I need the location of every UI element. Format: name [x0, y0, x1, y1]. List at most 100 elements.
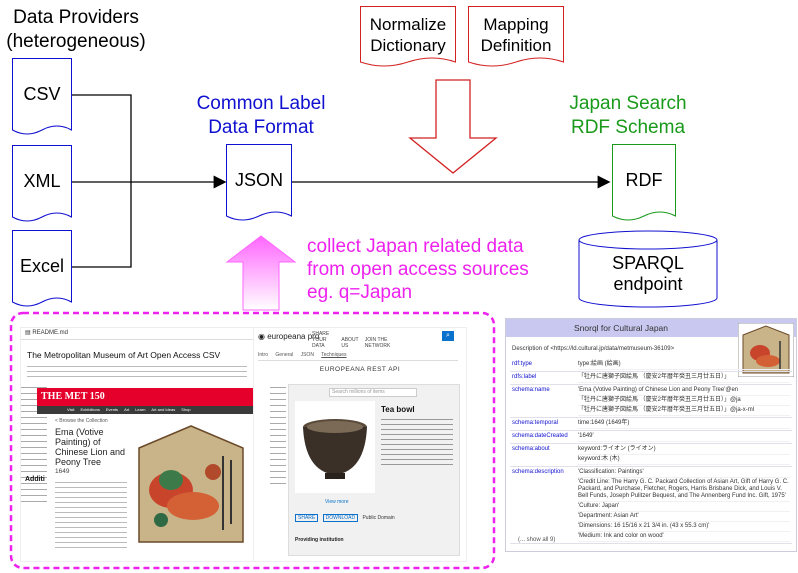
snorql-value: 「牡丹に唐獅子図絵馬 （慶安2年暦年癸丑三月廿五日）」@ja [578, 396, 790, 406]
europeana-item-title: Tea bowl [381, 405, 415, 414]
snorql-property-values: 「牡丹に唐獅子図絵馬 （慶安2年暦年癸丑三月廿五日）」 [576, 372, 792, 384]
xml-label: XML [23, 171, 61, 191]
met-red-header: THE MET 150 [37, 388, 253, 406]
met-nav-item[interactable]: Visit [67, 407, 74, 412]
snorql-property-values: type:絵画 (絵画) [576, 359, 792, 371]
snorql-value: 'Classification: Paintings' [578, 468, 790, 478]
snorql-property-key[interactable]: rdf:type [510, 359, 576, 371]
ema-painting-image [138, 425, 244, 543]
snorql-screenshot: Snorql for Cultural Japan Description of… [505, 318, 797, 552]
json-label: JSON [234, 170, 283, 190]
europeana-left-text [270, 384, 286, 484]
snorql-table-row: schema:description 'Classification: Paint… [510, 467, 792, 544]
common-label-title: Common Label Data Format [196, 93, 326, 138]
snorql-property-key[interactable]: rdfs:label [510, 372, 576, 384]
met-artwork-title: Ema (Votive Painting) of Chinese Lion an… [55, 427, 126, 467]
csv-connector [70, 94, 132, 182]
snorql-table-row: rdfs:label 「牡丹に唐獅子図絵馬 （慶安2年暦年癸丑三月廿五日）」 [510, 372, 792, 385]
rdf-document: RDF [612, 144, 676, 224]
snorql-property-key[interactable]: schema:name [510, 385, 576, 417]
europeana-view-more[interactable]: View more [325, 499, 349, 505]
sparql-endpoint-cylinder: SPARQL endpoint [578, 230, 718, 310]
excel-label: Excel [19, 256, 64, 276]
snorql-table-row: schema:about keyword:ライオン (ライオン) keyword:木… [510, 444, 792, 467]
snorql-value: 'Credit Line: The Harry G. C. Packard Co… [578, 478, 790, 502]
mapping-down-arrow [408, 79, 498, 174]
csv-document: CSV [12, 58, 72, 138]
met-nav-item[interactable]: Learn [135, 407, 145, 412]
met-readme-bar: ▤ README.md [21, 328, 253, 340]
snorql-property-key[interactable]: schema:temporal [510, 418, 576, 430]
europeana-image-box [295, 401, 375, 493]
snorql-property-key[interactable]: schema:description [510, 467, 576, 543]
met-year: 1649 [55, 468, 70, 475]
europeana-brand: ◉ europeana pro [258, 332, 320, 341]
snorql-property-key[interactable]: schema:dateCreated [510, 431, 576, 443]
japan-search-title: Japan Search RDF Schema [569, 93, 687, 138]
met-museum-screenshot: ▤ README.md The Metropolitan Museum of A… [20, 327, 254, 562]
excel-document: Excel [12, 230, 72, 310]
snorql-value: 「牡丹に唐獅子図絵馬 （慶安2年暦年癸丑三月廿五日）」 [578, 373, 790, 383]
snorql-table-row: schema:temporal time:1649 (1649年) [510, 418, 792, 431]
met-nav-item[interactable]: Shop [181, 407, 190, 412]
snorql-value[interactable]: type:絵画 (絵画) [578, 360, 790, 370]
europeana-nav: SHARE YOUR DATA ABOUT US JOIN THE NETWOR… [312, 331, 391, 349]
snorql-property-key[interactable]: schema:about [510, 444, 576, 466]
snorql-table-row: rdf:type type:絵画 (絵画) [510, 359, 792, 372]
json-document: JSON [226, 144, 292, 224]
xml-document: XML [12, 145, 72, 225]
snorql-value: '1649' [578, 432, 790, 442]
snorql-show-all[interactable]: (... show all 9) [518, 537, 555, 544]
providers-title: Data Providers (heterogeneous) [6, 7, 146, 52]
met-side-heading: Additi [25, 476, 45, 483]
collect-up-arrow [225, 235, 297, 311]
europeana-logo-icon: ◉ [258, 332, 265, 341]
snorql-value[interactable]: keyword:木 (木) [578, 455, 790, 465]
snorql-value: 「牡丹に唐獅子図絵馬 （慶安2年暦年癸丑三月廿五日）」@ja-x-ml [578, 406, 790, 416]
met-nav-item[interactable]: Art and Ideas [151, 407, 175, 412]
europeana-action-row: SHARE DOWNLOAD Public Domain [295, 514, 455, 522]
met-nav-item[interactable]: Art [124, 407, 129, 412]
snorql-table-row: schema:dateCreated '1649' [510, 431, 792, 444]
met-intro-text [27, 364, 247, 378]
snorql-value[interactable]: time:1649 (1649年) [578, 419, 790, 429]
met-description [55, 480, 127, 550]
normalize-label: Normalize Dictionary [369, 15, 447, 55]
snorql-value: 'Medium: Ink and color on wood' [578, 532, 790, 542]
snorql-description: Description of <https://ld.cultural.jp/d… [512, 346, 675, 352]
snorql-table: rdf:type type:絵画 (絵画) rdfs:label 「牡丹に唐獅子図絵馬… [510, 359, 792, 544]
snorql-table-row: schema:name 'Ema (Votive Painting) of Chi… [510, 385, 792, 418]
met-nav-bar: Visit Exhibitions Events Art Learn Art and Id… [37, 406, 253, 414]
snorql-value: 'Dimensions: 16 15/16 x 21 3/4 in. (43 x… [578, 522, 790, 532]
excel-connector [70, 182, 132, 268]
met-nav: Visit Exhibitions Events Art Learn Art and Id… [67, 407, 197, 412]
snorql-title: Snorql for Cultural Japan [573, 323, 669, 333]
europeana-item-card: Search millions of items View more Tea b… [288, 384, 460, 556]
snorql-property-values: keyword:ライオン (ライオン) keyword:木 (木) [576, 444, 792, 466]
met-breadcrumb[interactable]: < Browse the Collection [55, 418, 108, 424]
rdf-label: RDF [625, 170, 663, 190]
europeana-providing: Providing institution [295, 537, 344, 543]
sparql-label: SPARQL endpoint [612, 253, 684, 294]
normalize-dictionary-document: Normalize Dictionary [360, 6, 456, 70]
met-logo: THE MET 150 [41, 391, 105, 402]
collect-text: collect Japan related data from open acc… [307, 236, 529, 303]
europeana-search-button[interactable]: ⌕ [442, 331, 454, 341]
europeana-api-title: EUROPEANA REST API [319, 366, 401, 373]
europeana-search-input[interactable]: Search millions of items [329, 388, 417, 397]
csv-label: CSV [23, 84, 61, 104]
europeana-tabs: Intro General JSON Techniques [258, 352, 458, 361]
snorql-property-values: '1649' [576, 431, 792, 443]
tea-bowl-image [303, 419, 367, 479]
mapping-definition-document: Mapping Definition [468, 6, 564, 70]
met-nav-item[interactable]: Events [106, 407, 118, 412]
europeana-item-desc [381, 417, 453, 465]
met-heading: The Metropolitan Museum of Art Open Acce… [27, 350, 221, 360]
mapping-label: Mapping Definition [480, 15, 552, 55]
snorql-property-values: time:1649 (1649年) [576, 418, 792, 430]
europeana-screenshot: ◉ europeana pro SHARE YOUR DATA ABOUT US… [253, 327, 467, 562]
snorql-value: 'Department: Asian Art' [578, 512, 790, 522]
met-nav-item[interactable]: Exhibitions [80, 407, 99, 412]
snorql-value[interactable]: keyword:ライオン (ライオン) [578, 445, 790, 455]
snorql-property-values: 'Classification: Paintings' 'Credit Line:… [576, 467, 792, 543]
